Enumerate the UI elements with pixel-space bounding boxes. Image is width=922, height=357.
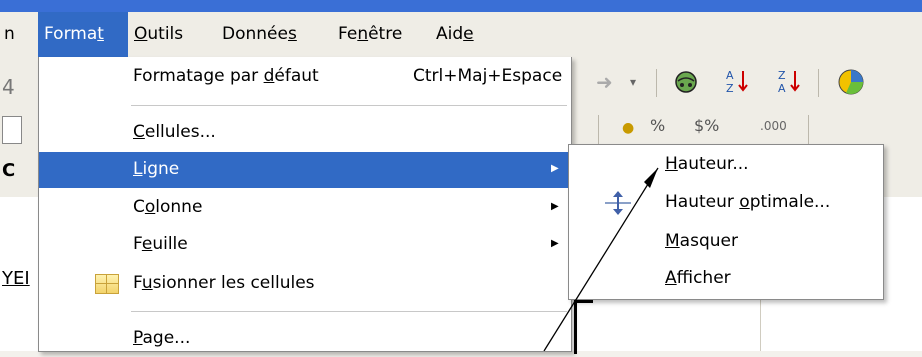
annotation-arrow [543,167,659,351]
